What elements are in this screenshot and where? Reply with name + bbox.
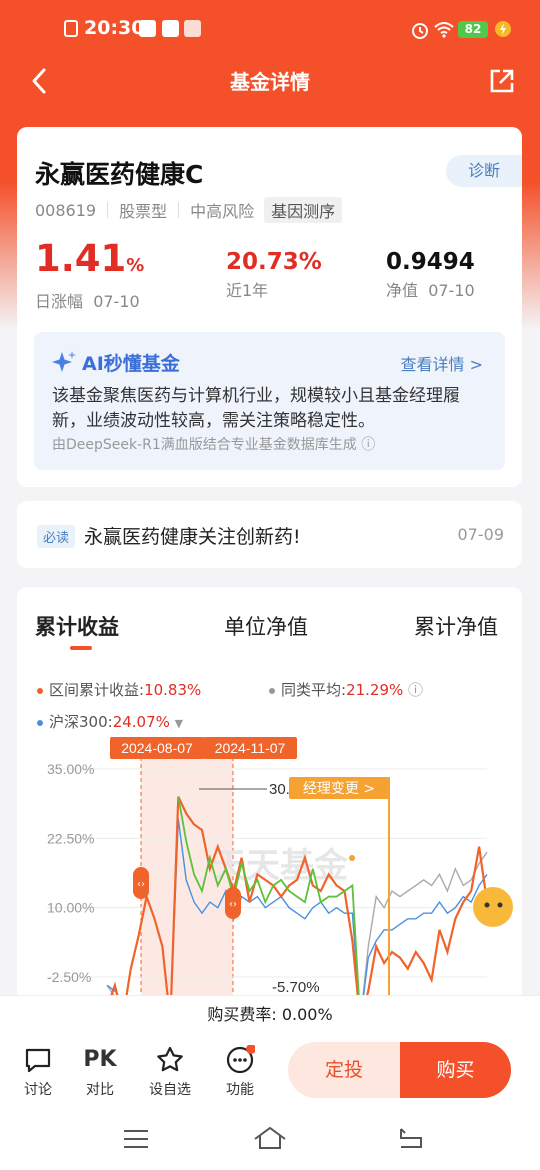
app-icon (184, 20, 201, 37)
dropdown-icon[interactable]: ▼ (175, 717, 183, 730)
battery-level: 82 (458, 21, 488, 38)
wifi-icon (434, 22, 454, 38)
y-tick-label: 35.00% (47, 761, 94, 777)
fixed-investment-button[interactable]: 定投 (288, 1042, 400, 1098)
fund-code: 008619 (35, 200, 97, 220)
fund-header-card: 永赢医药健康C 诊断 008619 股票型 中高风险 基因测序 1.41% 日涨… (17, 127, 522, 327)
menu-icon[interactable] (122, 1128, 150, 1150)
daily-change-value: 1.41 (35, 237, 127, 280)
date-tag: 2024-11-07 (215, 740, 286, 756)
performance-chart[interactable]: 35.00%22.50%10.00%-2.50%天天基金2024-08-07 20… (17, 737, 522, 995)
date-tag: 2024-08-07 (121, 740, 193, 756)
bottom-toolbar: 讨论 PK 对比 设自选 功能 定投 购买 (0, 1033, 540, 1113)
legend-hs300-label: 沪深300: (49, 713, 113, 731)
gene-tag[interactable]: 基因测序 (264, 197, 343, 223)
more-icon (226, 1045, 255, 1074)
mascot-eye (497, 902, 503, 908)
discuss-label: 讨论 (24, 1082, 52, 1098)
y-tick-label: 22.50% (47, 830, 94, 846)
legend-peer-value: 21.29% (346, 681, 404, 699)
add-watchlist-button[interactable]: 设自选 (145, 1045, 195, 1099)
tab-indicator (70, 646, 92, 650)
chat-icon (25, 1048, 51, 1073)
news-date: 07-09 (457, 525, 505, 544)
ai-source-note: 由DeepSeek-R1满血版结合专业基金数据库生成 ⓘ (52, 437, 376, 453)
buy-button[interactable]: 购买 (400, 1042, 511, 1098)
news-card[interactable]: 必读 永赢医药健康关注创新药! 07-09 (17, 501, 522, 568)
compare-label: 对比 (86, 1082, 114, 1098)
mascot-eye (484, 902, 490, 908)
nav-bar: 基金详情 (0, 58, 540, 104)
news-headline[interactable]: 永赢医药健康关注创新药! (84, 522, 301, 549)
info-icon[interactable]: ⓘ (408, 681, 423, 699)
mascot (473, 887, 513, 927)
chart-card: 累计收益 单位净值 累计净值 区间累计收益:10.83% 同类平均:21.29%… (17, 587, 522, 1017)
legend-range: 区间累计收益:10.83% (37, 679, 201, 700)
tab-cumulative-nav[interactable]: 累计净值 (414, 611, 498, 641)
legend-range-label: 区间累计收益: (49, 681, 145, 699)
pk-icon: PK (83, 1047, 117, 1072)
app-icon (162, 20, 179, 37)
app-icon (139, 20, 156, 37)
range-handle-arrows: ‹› (229, 899, 237, 910)
range-handle-arrows: ‹› (137, 879, 145, 890)
function-button[interactable]: 功能 (215, 1045, 265, 1099)
fund-meta: 008619 股票型 中高风险 基因测序 (35, 197, 343, 223)
compare-button[interactable]: PK 对比 (75, 1045, 125, 1099)
share-icon[interactable] (488, 67, 516, 95)
legend-peer: 同类平均:21.29% ⓘ (269, 679, 423, 700)
manager-change-dot (349, 855, 355, 861)
status-bar: 20:30 82 (0, 0, 540, 58)
must-read-tag: 必读 (37, 525, 76, 548)
ai-title: AI秒懂基金 (82, 353, 180, 375)
discuss-button[interactable]: 讨论 (13, 1045, 63, 1099)
nav-date: 07-10 (428, 281, 475, 300)
nav-value: 0.9494 (386, 249, 475, 275)
ai-summary-text: 该基金聚焦医药与计算机行业，规模较小且基金经理履新，业绩波动性较高，需关注策略稳… (52, 386, 460, 431)
watch-label: 设自选 (149, 1082, 191, 1098)
fund-type: 股票型 (119, 202, 168, 221)
legend-hs300[interactable]: 沪深300:24.07% ▼ (37, 711, 183, 732)
fund-name: 永赢医药健康C (35, 160, 204, 189)
daily-change-stat: 1.41% 日涨幅 07-10 (35, 239, 144, 312)
star-icon (157, 1046, 183, 1072)
notification-icon (64, 20, 78, 37)
tab-unit-nav[interactable]: 单位净值 (224, 611, 308, 641)
y-tick-label: 10.00% (47, 900, 94, 916)
legend-peer-label: 同类平均: (281, 681, 347, 699)
tab-cumulative-return[interactable]: 累计收益 (35, 611, 119, 641)
back-nav-icon[interactable] (396, 1126, 426, 1150)
nav-label: 净值 (386, 281, 419, 300)
sparkle-icon (52, 351, 76, 372)
legend-hs300-value: 24.07% (112, 713, 170, 731)
year-return-stat: 20.73% 近1年 (226, 249, 322, 301)
page-title: 基金详情 (230, 70, 310, 94)
home-icon[interactable] (252, 1125, 288, 1151)
alarm-icon (412, 23, 428, 39)
fund-risk: 中高风险 (190, 202, 255, 221)
charging-icon (495, 21, 511, 37)
daily-change-unit: % (126, 255, 145, 276)
daily-change-date: 07-10 (93, 292, 140, 311)
nav-stat: 0.9494 净值 07-10 (386, 249, 475, 301)
legend-range-value: 10.83% (144, 681, 202, 699)
year-return-label: 近1年 (226, 281, 269, 300)
daily-change-label: 日涨幅 (35, 292, 84, 311)
y-tick-label: -2.50% (47, 969, 91, 985)
ai-more-link[interactable]: 查看详情 > (401, 351, 484, 375)
ai-summary-box[interactable]: AI秒懂基金 查看详情 > 该基金聚焦医药与计算机行业，规模较小且基金经理履新，… (34, 332, 505, 470)
status-time: 20:30 (84, 17, 145, 39)
low-label: -5.70% (272, 979, 320, 995)
year-return-value: 20.73% (226, 249, 322, 275)
manager-change-tag: 经理变更 > (303, 781, 375, 797)
purchase-fee: 购买费率: 0.00% (0, 995, 540, 1033)
function-label: 功能 (226, 1082, 254, 1098)
diagnose-button[interactable]: 诊断 (446, 155, 522, 187)
system-nav-bar (0, 1113, 540, 1170)
